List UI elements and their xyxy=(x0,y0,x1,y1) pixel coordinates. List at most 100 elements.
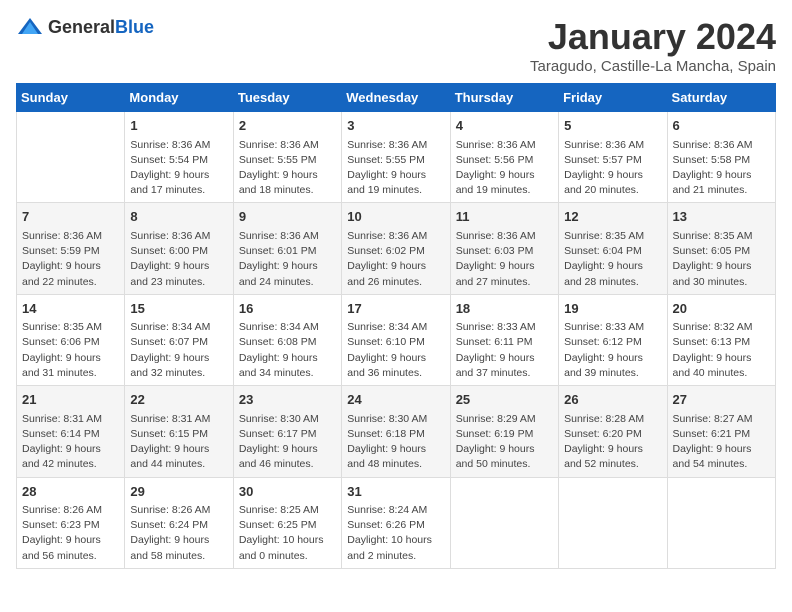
day-info: Sunrise: 8:30 AM Sunset: 6:18 PM Dayligh… xyxy=(347,412,444,473)
weekday-header-monday: Monday xyxy=(125,84,233,112)
day-number: 27 xyxy=(673,390,770,410)
calendar-cell: 27Sunrise: 8:27 AM Sunset: 6:21 PM Dayli… xyxy=(667,386,775,477)
day-number: 9 xyxy=(239,207,336,227)
day-number: 7 xyxy=(22,207,119,227)
day-number: 29 xyxy=(130,482,227,502)
logo-blue-text: Blue xyxy=(115,17,154,37)
weekday-header-friday: Friday xyxy=(559,84,667,112)
month-title: January 2024 xyxy=(530,16,776,58)
day-number: 19 xyxy=(564,299,661,319)
day-info: Sunrise: 8:36 AM Sunset: 5:59 PM Dayligh… xyxy=(22,229,119,290)
calendar-cell: 29Sunrise: 8:26 AM Sunset: 6:24 PM Dayli… xyxy=(125,477,233,568)
calendar-cell: 2Sunrise: 8:36 AM Sunset: 5:55 PM Daylig… xyxy=(233,112,341,203)
calendar-cell: 12Sunrise: 8:35 AM Sunset: 6:04 PM Dayli… xyxy=(559,203,667,294)
day-info: Sunrise: 8:31 AM Sunset: 6:14 PM Dayligh… xyxy=(22,412,119,473)
week-row-3: 14Sunrise: 8:35 AM Sunset: 6:06 PM Dayli… xyxy=(17,294,776,385)
day-number: 21 xyxy=(22,390,119,410)
day-number: 2 xyxy=(239,116,336,136)
calendar-cell: 11Sunrise: 8:36 AM Sunset: 6:03 PM Dayli… xyxy=(450,203,558,294)
calendar-cell: 1Sunrise: 8:36 AM Sunset: 5:54 PM Daylig… xyxy=(125,112,233,203)
calendar-cell: 13Sunrise: 8:35 AM Sunset: 6:05 PM Dayli… xyxy=(667,203,775,294)
calendar-cell: 19Sunrise: 8:33 AM Sunset: 6:12 PM Dayli… xyxy=(559,294,667,385)
day-info: Sunrise: 8:30 AM Sunset: 6:17 PM Dayligh… xyxy=(239,412,336,473)
day-number: 20 xyxy=(673,299,770,319)
calendar-cell: 25Sunrise: 8:29 AM Sunset: 6:19 PM Dayli… xyxy=(450,386,558,477)
day-info: Sunrise: 8:36 AM Sunset: 5:56 PM Dayligh… xyxy=(456,138,553,199)
day-number: 17 xyxy=(347,299,444,319)
day-number: 30 xyxy=(239,482,336,502)
calendar-cell: 31Sunrise: 8:24 AM Sunset: 6:26 PM Dayli… xyxy=(342,477,450,568)
day-info: Sunrise: 8:34 AM Sunset: 6:08 PM Dayligh… xyxy=(239,320,336,381)
day-number: 22 xyxy=(130,390,227,410)
day-number: 24 xyxy=(347,390,444,410)
day-number: 18 xyxy=(456,299,553,319)
day-number: 11 xyxy=(456,207,553,227)
day-number: 12 xyxy=(564,207,661,227)
day-info: Sunrise: 8:36 AM Sunset: 5:55 PM Dayligh… xyxy=(239,138,336,199)
day-info: Sunrise: 8:35 AM Sunset: 6:04 PM Dayligh… xyxy=(564,229,661,290)
day-number: 15 xyxy=(130,299,227,319)
day-info: Sunrise: 8:33 AM Sunset: 6:12 PM Dayligh… xyxy=(564,320,661,381)
calendar-cell: 5Sunrise: 8:36 AM Sunset: 5:57 PM Daylig… xyxy=(559,112,667,203)
day-number: 31 xyxy=(347,482,444,502)
calendar-cell: 16Sunrise: 8:34 AM Sunset: 6:08 PM Dayli… xyxy=(233,294,341,385)
day-info: Sunrise: 8:24 AM Sunset: 6:26 PM Dayligh… xyxy=(347,503,444,564)
weekday-header-thursday: Thursday xyxy=(450,84,558,112)
calendar-cell xyxy=(17,112,125,203)
weekday-header-row: SundayMondayTuesdayWednesdayThursdayFrid… xyxy=(17,84,776,112)
week-row-1: 1Sunrise: 8:36 AM Sunset: 5:54 PM Daylig… xyxy=(17,112,776,203)
day-info: Sunrise: 8:29 AM Sunset: 6:19 PM Dayligh… xyxy=(456,412,553,473)
day-number: 16 xyxy=(239,299,336,319)
day-info: Sunrise: 8:36 AM Sunset: 5:57 PM Dayligh… xyxy=(564,138,661,199)
day-number: 5 xyxy=(564,116,661,136)
day-number: 26 xyxy=(564,390,661,410)
day-number: 8 xyxy=(130,207,227,227)
weekday-header-wednesday: Wednesday xyxy=(342,84,450,112)
calendar-cell: 4Sunrise: 8:36 AM Sunset: 5:56 PM Daylig… xyxy=(450,112,558,203)
day-info: Sunrise: 8:28 AM Sunset: 6:20 PM Dayligh… xyxy=(564,412,661,473)
day-info: Sunrise: 8:35 AM Sunset: 6:06 PM Dayligh… xyxy=(22,320,119,381)
day-number: 10 xyxy=(347,207,444,227)
logo-general-text: General xyxy=(48,17,115,37)
day-info: Sunrise: 8:36 AM Sunset: 6:00 PM Dayligh… xyxy=(130,229,227,290)
day-info: Sunrise: 8:25 AM Sunset: 6:25 PM Dayligh… xyxy=(239,503,336,564)
calendar-cell: 23Sunrise: 8:30 AM Sunset: 6:17 PM Dayli… xyxy=(233,386,341,477)
day-number: 14 xyxy=(22,299,119,319)
calendar-cell: 6Sunrise: 8:36 AM Sunset: 5:58 PM Daylig… xyxy=(667,112,775,203)
day-number: 1 xyxy=(130,116,227,136)
calendar-cell: 28Sunrise: 8:26 AM Sunset: 6:23 PM Dayli… xyxy=(17,477,125,568)
calendar-cell: 14Sunrise: 8:35 AM Sunset: 6:06 PM Dayli… xyxy=(17,294,125,385)
calendar-cell: 3Sunrise: 8:36 AM Sunset: 5:55 PM Daylig… xyxy=(342,112,450,203)
calendar-cell: 20Sunrise: 8:32 AM Sunset: 6:13 PM Dayli… xyxy=(667,294,775,385)
logo-icon xyxy=(16,16,44,38)
day-info: Sunrise: 8:31 AM Sunset: 6:15 PM Dayligh… xyxy=(130,412,227,473)
day-info: Sunrise: 8:27 AM Sunset: 6:21 PM Dayligh… xyxy=(673,412,770,473)
calendar-cell: 9Sunrise: 8:36 AM Sunset: 6:01 PM Daylig… xyxy=(233,203,341,294)
calendar-cell: 17Sunrise: 8:34 AM Sunset: 6:10 PM Dayli… xyxy=(342,294,450,385)
logo: GeneralBlue xyxy=(16,16,154,38)
day-number: 4 xyxy=(456,116,553,136)
page-header: GeneralBlue January 2024 Taragudo, Casti… xyxy=(16,16,776,75)
day-number: 3 xyxy=(347,116,444,136)
calendar-cell: 10Sunrise: 8:36 AM Sunset: 6:02 PM Dayli… xyxy=(342,203,450,294)
calendar-cell xyxy=(450,477,558,568)
calendar-cell: 15Sunrise: 8:34 AM Sunset: 6:07 PM Dayli… xyxy=(125,294,233,385)
calendar-cell xyxy=(667,477,775,568)
calendar-cell: 24Sunrise: 8:30 AM Sunset: 6:18 PM Dayli… xyxy=(342,386,450,477)
day-number: 13 xyxy=(673,207,770,227)
day-number: 25 xyxy=(456,390,553,410)
calendar-cell: 22Sunrise: 8:31 AM Sunset: 6:15 PM Dayli… xyxy=(125,386,233,477)
day-info: Sunrise: 8:32 AM Sunset: 6:13 PM Dayligh… xyxy=(673,320,770,381)
day-info: Sunrise: 8:34 AM Sunset: 6:07 PM Dayligh… xyxy=(130,320,227,381)
calendar-cell: 8Sunrise: 8:36 AM Sunset: 6:00 PM Daylig… xyxy=(125,203,233,294)
day-info: Sunrise: 8:26 AM Sunset: 6:23 PM Dayligh… xyxy=(22,503,119,564)
weekday-header-tuesday: Tuesday xyxy=(233,84,341,112)
day-number: 6 xyxy=(673,116,770,136)
weekday-header-sunday: Sunday xyxy=(17,84,125,112)
day-info: Sunrise: 8:36 AM Sunset: 6:02 PM Dayligh… xyxy=(347,229,444,290)
week-row-5: 28Sunrise: 8:26 AM Sunset: 6:23 PM Dayli… xyxy=(17,477,776,568)
calendar-cell: 18Sunrise: 8:33 AM Sunset: 6:11 PM Dayli… xyxy=(450,294,558,385)
day-info: Sunrise: 8:36 AM Sunset: 6:03 PM Dayligh… xyxy=(456,229,553,290)
day-number: 23 xyxy=(239,390,336,410)
day-info: Sunrise: 8:36 AM Sunset: 6:01 PM Dayligh… xyxy=(239,229,336,290)
